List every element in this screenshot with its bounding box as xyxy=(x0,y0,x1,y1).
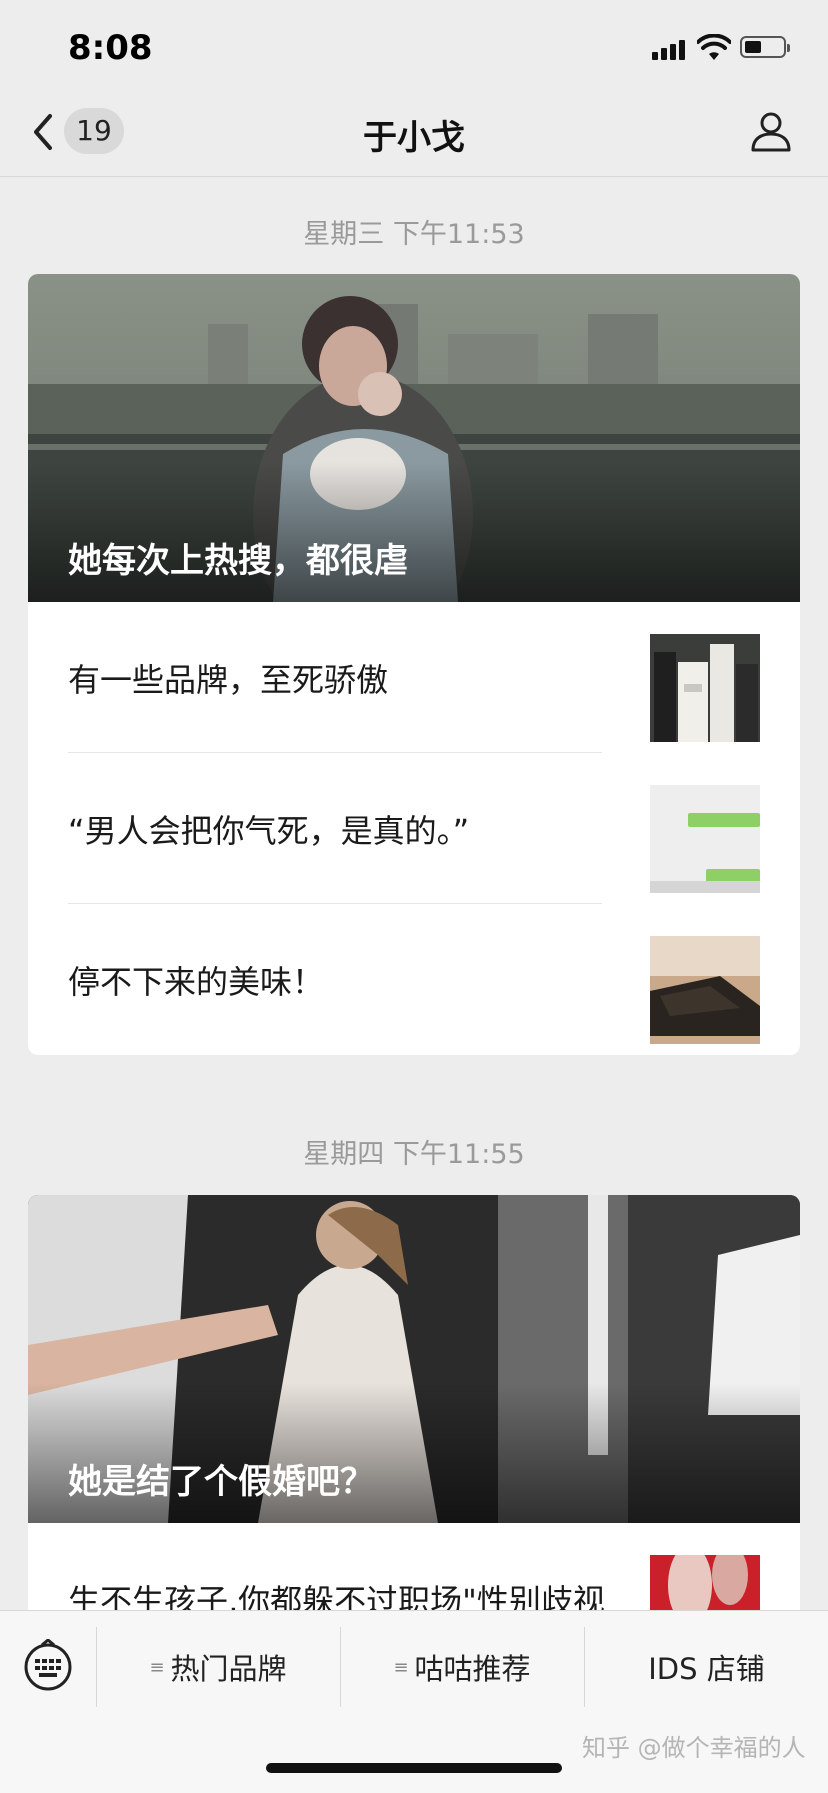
menu-label: 咕咕推荐 xyxy=(414,1652,531,1686)
keyboard-icon[interactable] xyxy=(22,1639,74,1691)
headline-article[interactable]: 她是结了个假婚吧？ xyxy=(28,1195,800,1523)
watermark: 知乎 @做个幸福的人 xyxy=(582,1734,806,1762)
back-chevron-icon[interactable] xyxy=(28,110,58,154)
timestamp: 星期三 下午11:53 xyxy=(303,219,525,250)
timestamp: 星期四 下午11:55 xyxy=(303,1139,525,1170)
headline-article[interactable]: 她每次上热搜，都很虐 xyxy=(28,274,800,602)
article-card: 她每次上热搜，都很虐 有一些品牌，至死骄傲 “男人会把你气死，是真的。” 停不下… xyxy=(28,274,800,1055)
menu-ids-store[interactable]: IDS 店铺 xyxy=(585,1627,828,1707)
item-title: 停不下来的美味！ xyxy=(68,962,325,1001)
wifi-icon xyxy=(697,34,731,60)
page-title: 于小戈 xyxy=(363,118,465,158)
status-bar: 8:08 xyxy=(0,0,828,100)
menu-recommend[interactable]: ≡ 咕咕推荐 xyxy=(341,1627,583,1707)
item-title: “男人会把你气死，是真的。” xyxy=(68,811,470,850)
item-title: 有一些品牌，至死骄傲 xyxy=(68,660,389,699)
home-indicator[interactable] xyxy=(266,1763,562,1773)
nav-bar: 19 于小戈 xyxy=(0,100,828,177)
list-item[interactable]: “男人会把你气死，是真的。” xyxy=(28,753,800,904)
menu-list-icon: ≡ xyxy=(393,1656,409,1678)
list-item[interactable]: 有一些品牌，至死骄傲 xyxy=(28,602,800,753)
signal-icon xyxy=(652,38,688,60)
chat-thumbnail xyxy=(650,785,760,893)
headline-title: 她每次上热搜，都很虐 xyxy=(68,541,408,581)
status-time: 8:08 xyxy=(68,28,153,68)
list-item[interactable]: 停不下来的美味！ xyxy=(28,904,800,1055)
food-thumbnail xyxy=(650,936,760,1044)
menu-label: IDS 店铺 xyxy=(648,1652,765,1686)
cosmetics-thumbnail xyxy=(650,634,760,742)
profile-icon[interactable] xyxy=(748,108,794,154)
headline-title: 她是结了个假婚吧？ xyxy=(68,1462,374,1502)
back-count-badge[interactable]: 19 xyxy=(64,108,124,154)
menu-label: 热门品牌 xyxy=(170,1652,287,1686)
menu-list-icon: ≡ xyxy=(149,1656,165,1678)
menu-hot-brands[interactable]: ≡ 热门品牌 xyxy=(97,1627,339,1707)
battery-icon xyxy=(740,36,790,58)
